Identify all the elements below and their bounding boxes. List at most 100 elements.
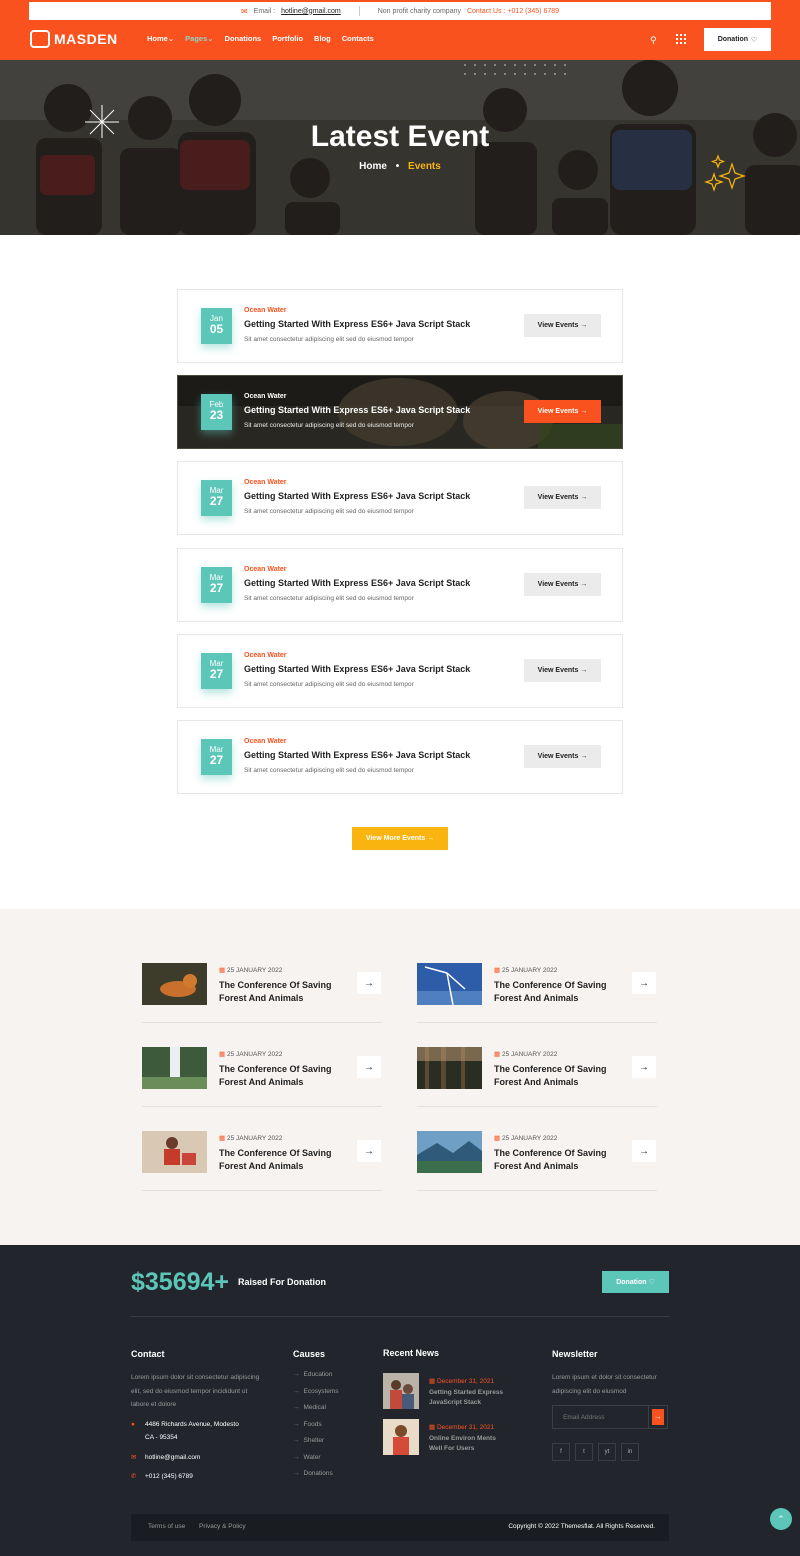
nav-item-donations[interactable]: Donations (225, 34, 262, 43)
news-thumbnail[interactable] (417, 1047, 482, 1089)
linkedin-icon[interactable]: in (621, 1443, 639, 1461)
nav-item-pages[interactable]: Pages⌄ (185, 34, 213, 43)
nav-item-contacts[interactable]: Contacts (342, 34, 374, 43)
news-item: ▦ 25 JANUARY 2022 The Conference Of Savi… (142, 1131, 382, 1191)
cause-link[interactable]: → Education (293, 1371, 339, 1388)
recent-news-date: ▦ December 31, 2021 (429, 1423, 494, 1431)
news-title[interactable]: The Conference Of Saving Forest And Anim… (219, 979, 344, 1005)
address-line: CA - 95354 (145, 1434, 178, 1441)
news-date: ▦ 25 JANUARY 2022 (494, 966, 557, 974)
search-icon[interactable]: ⚲ (650, 35, 657, 46)
youtube-icon[interactable]: yt (598, 1443, 616, 1461)
facebook-icon[interactable]: f (552, 1443, 570, 1461)
cause-link[interactable]: → Medical (293, 1404, 339, 1421)
news-thumbnail[interactable] (142, 1047, 207, 1089)
news-arrow-button[interactable]: → (632, 1140, 656, 1162)
news-date: ▦ 25 JANUARY 2022 (494, 1134, 557, 1142)
cause-link[interactable]: → Donations (293, 1470, 339, 1487)
event-card: Mar 27 Ocean Water Getting Started With E… (177, 720, 623, 794)
logo-icon (30, 30, 50, 48)
news-arrow-button[interactable]: → (357, 1140, 381, 1162)
cause-link[interactable]: → Ecosystems (293, 1388, 339, 1405)
event-category[interactable]: Ocean Water (244, 479, 287, 486)
news-title[interactable]: The Conference Of Saving Forest And Anim… (219, 1147, 344, 1173)
recent-news-item[interactable]: ▦ December 31, 2021 Online Environ Ments… (383, 1419, 513, 1455)
view-events-button[interactable]: View Events → (524, 314, 601, 337)
contact-text: Lorem ipsum dolor sit consectetur adipis… (131, 1374, 260, 1408)
tagline: Non profit charity company (377, 7, 461, 15)
arrow-right-icon: → (293, 1420, 300, 1428)
nav-item-blog[interactable]: Blog (314, 34, 331, 43)
event-category[interactable]: Ocean Water (244, 652, 287, 659)
breadcrumb-home[interactable]: Home (359, 161, 387, 172)
newsletter-email-input[interactable] (552, 1405, 650, 1429)
footer-donation-button[interactable]: Donation ♡ (602, 1271, 669, 1293)
view-events-button[interactable]: View Events → (524, 486, 601, 509)
copyright: Copyright © 2022 Themesflat. All Rights … (508, 1523, 655, 1530)
news-title[interactable]: The Conference Of Saving Forest And Anim… (494, 979, 619, 1005)
news-thumbnail[interactable] (142, 963, 207, 1005)
event-title[interactable]: Getting Started With Express ES6+ Java S… (244, 578, 470, 588)
grid-menu-icon[interactable] (676, 34, 686, 44)
breadcrumb-current: Events (408, 161, 441, 172)
breadcrumb: Home • Events (0, 161, 800, 172)
event-title[interactable]: Getting Started With Express ES6+ Java S… (244, 319, 470, 329)
arrow-right-icon: → (580, 408, 588, 415)
recent-news-title: Online Environ Ments Well For Users (429, 1434, 496, 1454)
cause-link[interactable]: → Shelter (293, 1437, 339, 1454)
event-title[interactable]: Getting Started With Express ES6+ Java S… (244, 491, 470, 501)
scroll-to-top-button[interactable]: ⌃ (770, 1508, 792, 1530)
news-arrow-button[interactable]: → (632, 1056, 656, 1078)
event-description: Sit amet consectetur adipiscing elit sed… (244, 422, 414, 429)
view-more-events-button[interactable]: View More Events → (352, 827, 448, 850)
news-thumbnail[interactable] (417, 1131, 482, 1173)
title-line: JavaScript Stack (429, 1399, 482, 1406)
twitter-icon[interactable]: t (575, 1443, 593, 1461)
news-thumbnail[interactable] (142, 1131, 207, 1173)
event-category[interactable]: Ocean Water (244, 738, 287, 745)
footer-email[interactable]: ✉ hotline@gmail.com (131, 1451, 200, 1464)
event-category[interactable]: Ocean Water (244, 307, 287, 314)
calendar-icon: ▦ (494, 1135, 501, 1142)
logo[interactable]: MASDEN (30, 30, 118, 48)
recent-news-item[interactable]: ▦ December 31, 2021 Getting Started Expr… (383, 1373, 513, 1409)
contact-phone[interactable]: Contact Us : +012 (345) 6789 (467, 8, 559, 15)
news-title[interactable]: The Conference Of Saving Forest And Anim… (494, 1147, 619, 1173)
nav-label: Pages (185, 34, 208, 43)
news-arrow-button[interactable]: → (357, 972, 381, 994)
event-title[interactable]: Getting Started With Express ES6+ Java S… (244, 405, 470, 415)
nav-item-portfolio[interactable]: Portfolio (272, 34, 303, 43)
cause-label: Medical (303, 1404, 326, 1411)
footer-phone[interactable]: ✆ +012 (345) 6789 (131, 1470, 193, 1483)
news-date: ▦ 25 JANUARY 2022 (219, 966, 282, 974)
event-category[interactable]: Ocean Water (244, 566, 287, 573)
cause-link[interactable]: → Water (293, 1454, 339, 1471)
newsletter-submit-button[interactable]: → (648, 1405, 668, 1429)
news-arrow-button[interactable]: → (357, 1056, 381, 1078)
donation-button[interactable]: Donation ♡ (704, 28, 771, 51)
event-category[interactable]: Ocean Water (244, 393, 287, 400)
arrow-right-icon: → (364, 977, 374, 989)
cause-link[interactable]: → Foods (293, 1421, 339, 1438)
chevron-up-icon: ⌃ (777, 1513, 785, 1524)
privacy-link[interactable]: Privacy & Policy (199, 1523, 246, 1530)
view-events-button[interactable]: View Events → (524, 659, 601, 682)
arrow-right-icon: → (639, 977, 649, 989)
event-title[interactable]: Getting Started With Express ES6+ Java S… (244, 750, 470, 760)
contact-heading: Contact (131, 1349, 165, 1359)
news-arrow-button[interactable]: → (632, 972, 656, 994)
view-events-button[interactable]: View Events → (524, 400, 601, 423)
event-date-badge: Mar 27 (201, 739, 232, 775)
terms-link[interactable]: Terms of use (148, 1523, 185, 1530)
topbar-email-link[interactable]: hotline@gmail.com (281, 8, 341, 15)
news-title[interactable]: The Conference Of Saving Forest And Anim… (494, 1063, 619, 1089)
event-title[interactable]: Getting Started With Express ES6+ Java S… (244, 664, 470, 674)
view-events-button[interactable]: View Events → (524, 745, 601, 768)
event-description: Sit amet consectetur adipiscing elit sed… (244, 336, 414, 343)
view-events-button[interactable]: View Events → (524, 573, 601, 596)
recent-news-thumbnail (383, 1373, 419, 1409)
news-thumbnail[interactable] (417, 963, 482, 1005)
news-title[interactable]: The Conference Of Saving Forest And Anim… (219, 1063, 344, 1089)
arrow-right-icon: → (427, 835, 435, 842)
nav-item-home[interactable]: Home⌄ (147, 34, 174, 43)
